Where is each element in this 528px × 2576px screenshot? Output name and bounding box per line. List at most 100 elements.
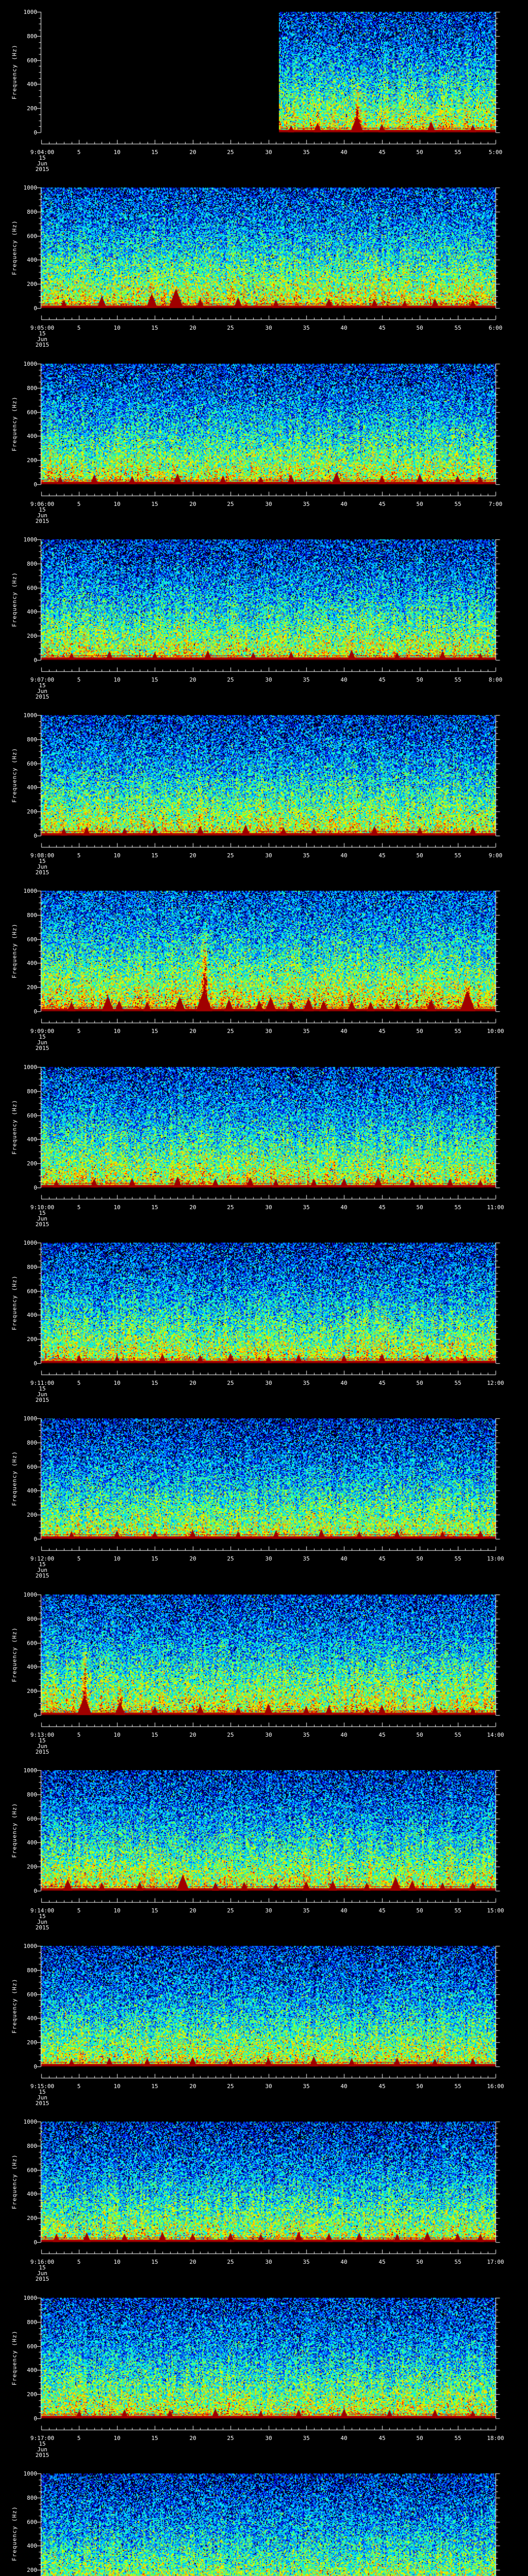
date-year-label: 2015 — [35, 1397, 50, 1403]
x-tick-label: 10 — [113, 1732, 121, 1738]
x-tick-label: 45 — [378, 1028, 386, 1035]
y-tick-label: 600 — [27, 1640, 37, 1647]
y-tick-label: 800 — [27, 209, 37, 215]
spectrogram-panel-9-10-00: Frequency (Hz) 0 200 400 600 800 1000 5 10 15 20 2… — [0, 1055, 528, 1231]
x-tick-label: 25 — [227, 1204, 234, 1211]
x-tick-label: 25 — [227, 1732, 234, 1738]
y-tick-label: 600 — [27, 2343, 37, 2350]
x-tick-label: 5 — [77, 1380, 81, 1386]
y-tick-label: 800 — [27, 385, 37, 392]
y-tick-label: 1000 — [23, 1240, 38, 1246]
y-tick-label: 0 — [34, 1536, 37, 1543]
x-tick-label: 15 — [151, 2259, 158, 2265]
x-tick-label: 50 — [416, 852, 423, 859]
x-tick-label: 10 — [113, 2259, 121, 2265]
y-tick-label: 400 — [27, 2015, 37, 2022]
x-tick-label: 35 — [303, 852, 310, 859]
x-tick-label: 50 — [416, 1028, 423, 1035]
y-tick-label: 400 — [27, 1136, 37, 1143]
spectrogram-panel-9-07-00: Frequency (Hz) 0 200 400 600 800 1000 5 10 15 20 2… — [0, 528, 528, 704]
y-tick-label: 400 — [27, 960, 37, 967]
y-tick-label: 200 — [27, 633, 37, 639]
x-tick-label: 15 — [151, 1028, 158, 1035]
x-tick-label: 25 — [227, 1555, 234, 1562]
x-tick-label: 45 — [378, 852, 386, 859]
y-tick-label: 1000 — [23, 9, 38, 15]
y-tick-label: 1000 — [23, 712, 38, 719]
x-tick-label: 20 — [189, 501, 196, 507]
x-tick-label: 25 — [227, 1380, 234, 1386]
y-tick-label: 0 — [34, 1360, 37, 1367]
x-tick-label: 55 — [454, 1732, 461, 1738]
x-end-time-label: 5:00 — [488, 149, 503, 156]
x-tick-label: 20 — [189, 852, 196, 859]
x-tick-label: 15 — [151, 852, 158, 859]
x-tick-label: 5 — [77, 149, 81, 156]
y-tick-label: 800 — [27, 736, 37, 743]
x-tick-label: 55 — [454, 1028, 461, 1035]
y-tick-label: 800 — [27, 1616, 37, 1622]
y-tick-label: 600 — [27, 57, 37, 64]
x-tick-label: 55 — [454, 852, 461, 859]
y-tick-label: 0 — [34, 2415, 37, 2422]
y-axis-label: Frequency (Hz) — [11, 1099, 18, 1155]
x-end-time-label: 12:00 — [487, 1380, 504, 1386]
spectrogram-panel-9-05-00: Frequency (Hz) 0 200 400 600 800 1000 5 10 15 20 2… — [0, 176, 528, 352]
x-tick-label: 50 — [416, 2435, 423, 2442]
y-axis-label: Frequency (Hz) — [11, 1451, 18, 1506]
y-tick-label: 800 — [27, 2495, 37, 2501]
x-tick-label: 40 — [340, 1907, 348, 1914]
y-tick-label: 0 — [34, 657, 37, 664]
spectrogram-panel-9-18-00: Frequency (Hz) 0200400600800100051015202… — [0, 2462, 528, 2576]
x-tick-label: 50 — [416, 1907, 423, 1914]
x-tick-label: 25 — [227, 676, 234, 683]
spectrogram-panel-9-09-00: Frequency (Hz) 0 200 400 600 800 1000 5 10 15 20 2… — [0, 879, 528, 1055]
x-end-time-label: 13:00 — [487, 1555, 504, 1562]
y-tick-label: 800 — [27, 33, 37, 40]
x-tick-label: 15 — [151, 325, 158, 331]
x-tick-label: 20 — [189, 1380, 196, 1386]
x-end-time-label: 11:00 — [487, 1204, 504, 1211]
x-tick-label: 10 — [113, 1028, 121, 1035]
x-tick-label: 45 — [378, 676, 386, 683]
x-tick-label: 15 — [151, 1204, 158, 1211]
y-tick-label: 400 — [27, 1487, 37, 1494]
y-tick-label: 600 — [27, 760, 37, 767]
x-tick-label: 5 — [77, 2435, 81, 2442]
x-end-time-label: 16:00 — [487, 2083, 504, 2090]
x-tick-label: 45 — [378, 1732, 386, 1738]
date-year-label: 2015 — [35, 2276, 50, 2282]
y-tick-label: 200 — [27, 1336, 37, 1343]
date-year-label: 2015 — [35, 1572, 50, 1579]
x-tick-label: 10 — [113, 1555, 121, 1562]
x-tick-label: 10 — [113, 1204, 121, 1211]
y-tick-label: 200 — [27, 281, 37, 287]
x-tick-label: 20 — [189, 2435, 196, 2442]
y-tick-label: 0 — [34, 833, 37, 839]
date-year-label: 2015 — [35, 869, 50, 876]
x-tick-label: 50 — [416, 2259, 423, 2265]
y-tick-label: 0 — [34, 1008, 37, 1015]
x-tick-label: 20 — [189, 1732, 196, 1738]
y-tick-label: 1000 — [23, 2119, 38, 2125]
y-tick-label: 800 — [27, 1439, 37, 1446]
x-tick-label: 55 — [454, 676, 461, 683]
y-tick-label: 0 — [34, 481, 37, 488]
y-tick-label: 1000 — [23, 888, 38, 894]
x-tick-label: 10 — [113, 1380, 121, 1386]
y-axis-label: Frequency (Hz) — [11, 1275, 18, 1331]
y-tick-label: 200 — [27, 808, 37, 815]
date-year-label: 2015 — [35, 1045, 50, 1052]
x-tick-label: 50 — [416, 325, 423, 331]
x-tick-label: 20 — [189, 676, 196, 683]
x-tick-label: 40 — [340, 501, 348, 507]
x-tick-label: 40 — [340, 1380, 348, 1386]
x-tick-label: 30 — [265, 1555, 272, 1562]
y-tick-label: 0 — [34, 1184, 37, 1191]
x-tick-label: 25 — [227, 2083, 234, 2090]
y-tick-label: 400 — [27, 1839, 37, 1846]
spectrogram-panel-9-08-00: Frequency (Hz) 0 200 400 600 800 1000 5 10 15 20 2… — [0, 703, 528, 879]
x-tick-label: 45 — [378, 2083, 386, 2090]
x-tick-label: 50 — [416, 676, 423, 683]
x-tick-label: 45 — [378, 1555, 386, 1562]
